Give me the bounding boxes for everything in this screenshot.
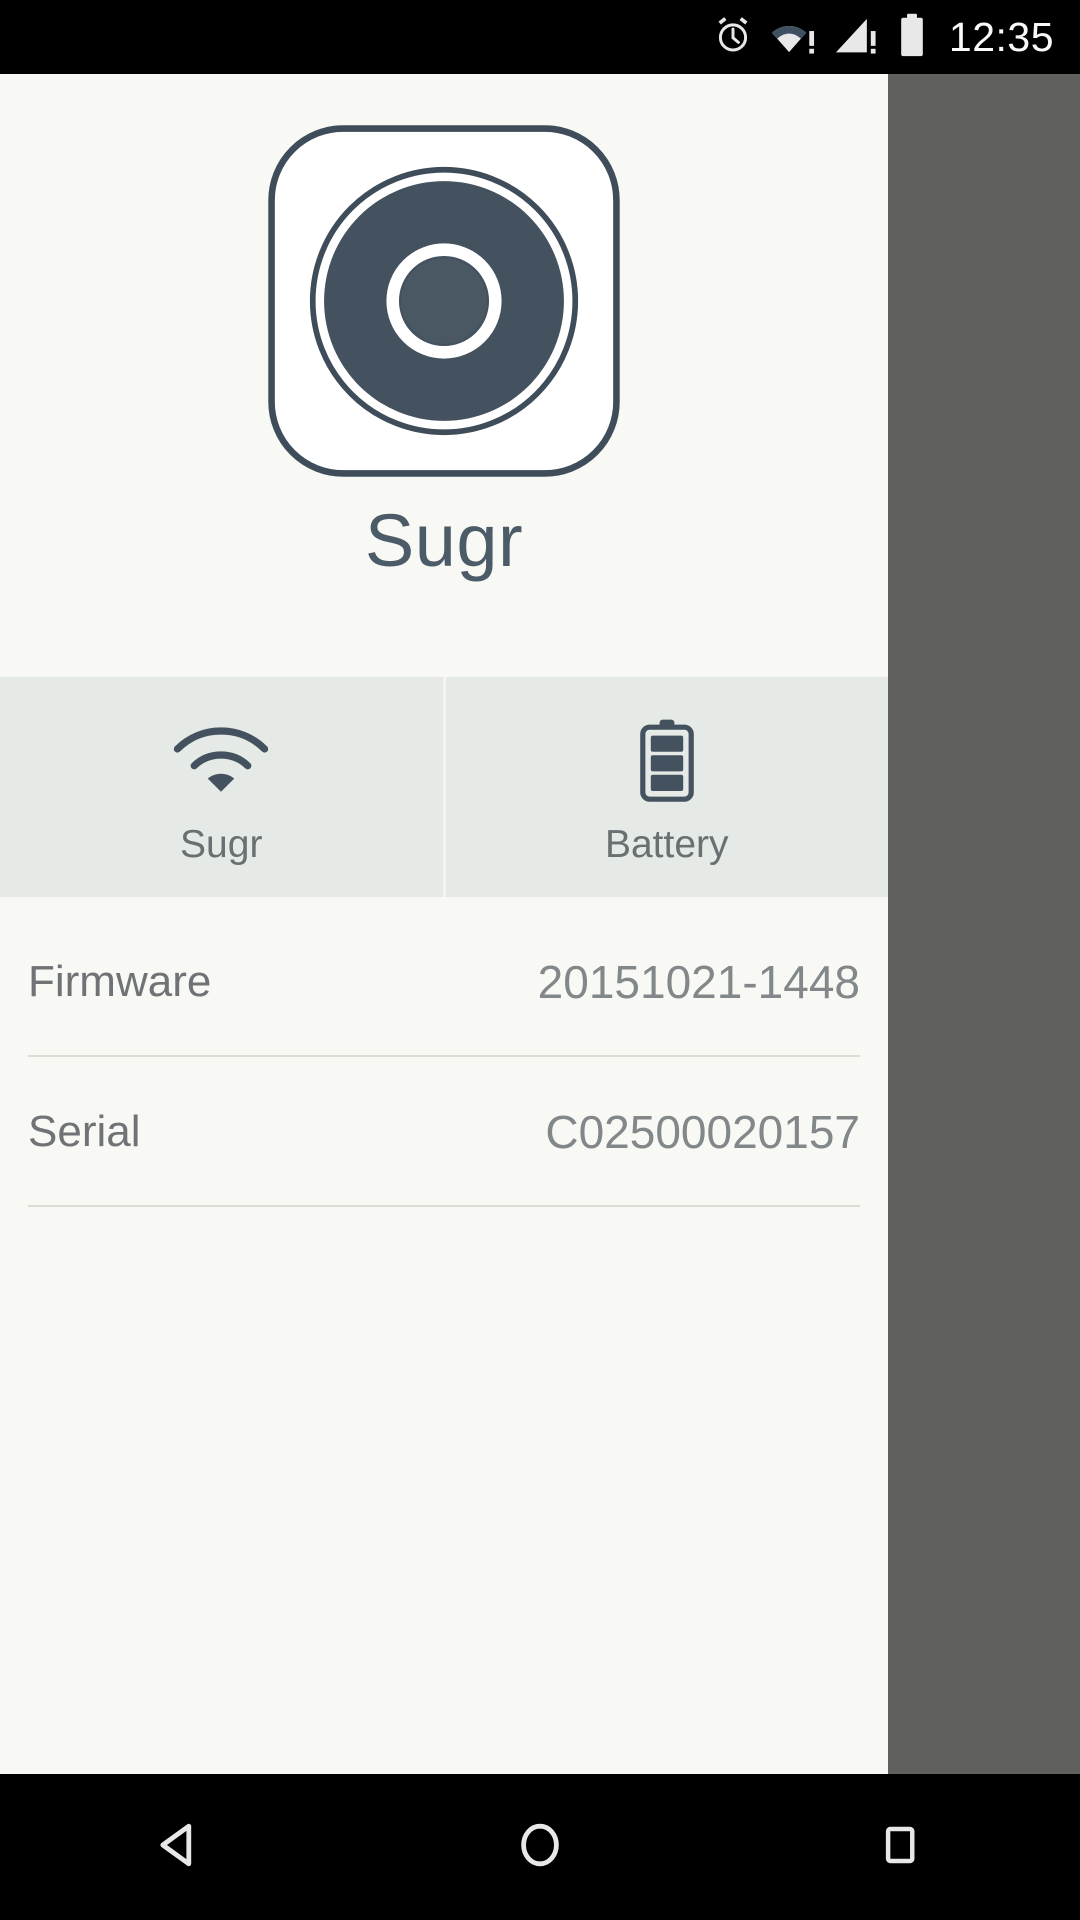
tab-label: Battery — [604, 822, 729, 866]
right-filler-area — [888, 74, 1080, 1774]
android-nav-bar — [0, 1774, 1080, 1920]
table-row: Firmware 20151021-1448 — [28, 907, 860, 1057]
home-button[interactable] — [360, 1774, 720, 1920]
tab-label: Sugr — [180, 822, 263, 866]
phone-screen: 12:35 Sugr Sugr Battery Firmware 2015102… — [0, 0, 1080, 1920]
wifi-icon — [169, 717, 273, 803]
info-value: C02500020157 — [545, 1106, 860, 1158]
back-button[interactable] — [0, 1774, 360, 1920]
recents-square-icon — [874, 1819, 926, 1876]
tab-strip: Sugr Battery — [0, 677, 888, 897]
battery-icon — [636, 717, 698, 803]
back-triangle-icon — [152, 1817, 208, 1878]
device-header: Sugr — [0, 74, 888, 677]
recents-button[interactable] — [720, 1774, 1080, 1920]
tab-battery[interactable]: Battery — [442, 677, 889, 897]
status-bar-clock: 12:35 — [948, 13, 1054, 60]
app-content-panel: Sugr Sugr Battery Firmware 20151021-1448… — [0, 74, 888, 1774]
home-circle-icon — [512, 1817, 568, 1878]
device-info-list: Firmware 20151021-1448 Serial C025000201… — [0, 897, 888, 1207]
device-name: Sugr — [364, 499, 524, 582]
info-label: Serial — [28, 1107, 141, 1156]
wifi-warning-icon — [771, 14, 817, 61]
info-label: Firmware — [28, 957, 212, 1006]
info-value: 20151021-1448 — [537, 956, 860, 1008]
sugr-device-icon — [265, 122, 623, 480]
battery-full-icon — [897, 13, 927, 62]
status-bar: 12:35 — [0, 0, 1080, 74]
table-row: Serial C02500020157 — [28, 1057, 860, 1207]
status-bar-icons — [712, 13, 927, 62]
cellular-warning-icon — [834, 14, 880, 61]
alarm-icon — [712, 14, 754, 61]
tab-sugr[interactable]: Sugr — [0, 677, 443, 897]
